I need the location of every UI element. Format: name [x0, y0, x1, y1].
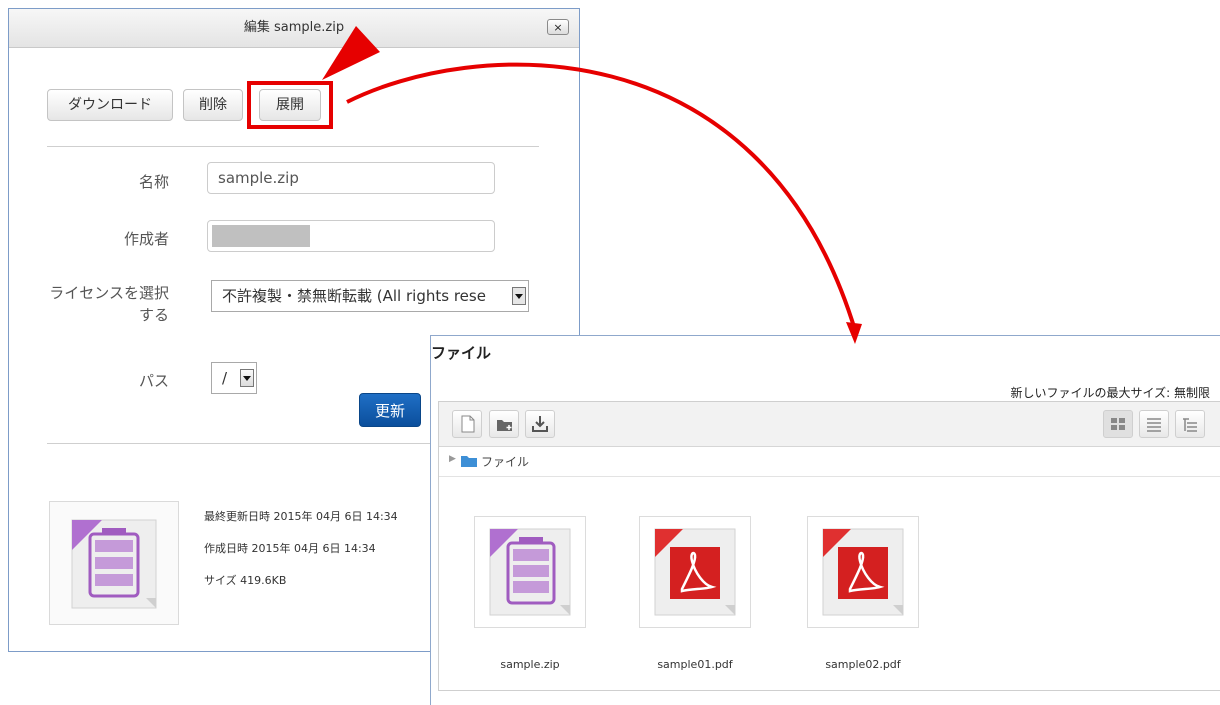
curved-arrow — [346, 62, 857, 331]
arrow-head — [846, 322, 862, 344]
pointer-arrow — [322, 26, 380, 80]
annotation-overlay — [247, 26, 862, 344]
highlight-box — [247, 81, 333, 129]
